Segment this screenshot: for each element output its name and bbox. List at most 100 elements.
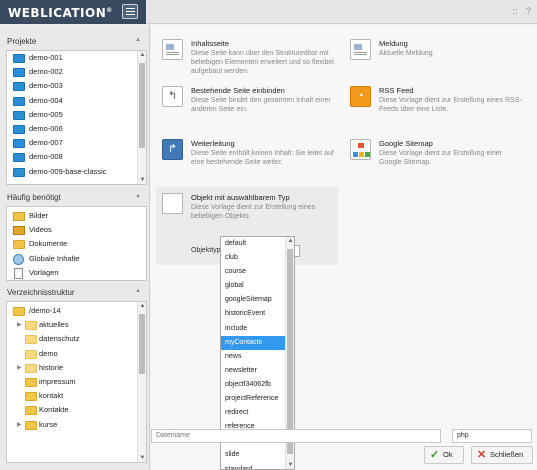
list-item[interactable]: Vorlagen bbox=[7, 266, 146, 280]
list-item[interactable]: demo-009-base-classic bbox=[7, 165, 146, 179]
tile-google-sitemap[interactable]: Google Sitemap Diese Vorlage dient zur E… bbox=[344, 133, 524, 181]
page-icon bbox=[162, 39, 183, 60]
tree-item[interactable]: ▶ kurse bbox=[7, 418, 146, 432]
list-item[interactable]: demo-007 bbox=[7, 136, 146, 150]
folder-icon bbox=[13, 139, 25, 149]
filename-bar: Dateiname php bbox=[151, 429, 537, 443]
object-icon bbox=[162, 193, 183, 214]
dropdown-option[interactable]: course bbox=[221, 265, 294, 279]
app-logo: Weblication® bbox=[8, 6, 113, 20]
list-item[interactable]: demo-002 bbox=[7, 65, 146, 79]
sidebar: Projekte ▲ demo-001 demo-002 demo-003 de… bbox=[0, 25, 150, 470]
menu-button[interactable] bbox=[122, 4, 138, 19]
dropdown-option[interactable]: news bbox=[221, 350, 294, 364]
extension-input[interactable]: php bbox=[452, 429, 532, 443]
folder-icon bbox=[13, 307, 25, 316]
list-item[interactable]: Dokumente bbox=[7, 237, 146, 251]
tree-item[interactable]: Kontakte bbox=[7, 403, 146, 417]
close-button[interactable]: ✕ Schließen bbox=[471, 446, 533, 464]
dropdown-option[interactable]: objectf34062fb bbox=[221, 378, 294, 392]
dropdown-option-highlighted[interactable]: myContacts bbox=[221, 335, 294, 350]
document-folder-icon bbox=[13, 240, 25, 250]
dropdown-option[interactable]: include bbox=[221, 322, 294, 336]
collapse-icon[interactable]: ▲ bbox=[135, 193, 141, 199]
tile-meldung[interactable]: Meldung Aktuelle Meldung bbox=[344, 33, 524, 81]
include-page-icon: ↰ bbox=[162, 86, 183, 107]
folder-icon bbox=[25, 392, 37, 402]
dropdown-option[interactable]: projectReference bbox=[221, 392, 294, 406]
news-icon bbox=[350, 39, 371, 60]
folder-icon bbox=[25, 377, 37, 387]
list-item[interactable]: demo-003 bbox=[7, 79, 146, 93]
folder-icon bbox=[13, 68, 25, 78]
expand-icon[interactable]: ▶ bbox=[17, 361, 22, 375]
expand-icon[interactable]: ▶ bbox=[17, 318, 22, 332]
folder-icon bbox=[13, 167, 25, 177]
folder-icon bbox=[25, 335, 37, 345]
tree-item[interactable]: demo bbox=[7, 347, 146, 361]
folder-icon bbox=[25, 349, 37, 359]
top-bar: Weblication® :: ? bbox=[0, 0, 537, 24]
top-icons: :: ? bbox=[506, 6, 531, 16]
filename-input[interactable]: Dateiname bbox=[151, 429, 441, 443]
dropdown-option[interactable]: googleSitemap bbox=[221, 293, 294, 307]
template-chooser: Inhaltsseite Diese Seite kann über den S… bbox=[151, 25, 537, 470]
dropdown-option[interactable]: slide bbox=[221, 448, 294, 462]
tile-bestehende-seite[interactable]: ↰ Bestehende Seite einbinden Diese Seite… bbox=[156, 80, 336, 128]
list-item[interactable]: demo-004 bbox=[7, 94, 146, 108]
tree-item[interactable]: ▶ aktuelles bbox=[7, 318, 146, 332]
collapse-icon[interactable]: ▲ bbox=[135, 288, 141, 294]
expand-icon[interactable]: ▶ bbox=[17, 418, 22, 432]
rss-icon: ◔ bbox=[350, 86, 371, 107]
projects-header[interactable]: Projekte ▲ bbox=[0, 33, 150, 49]
globe-icon bbox=[13, 253, 24, 265]
dropdown-option[interactable]: redirect bbox=[221, 406, 294, 420]
dropdown-option[interactable]: global bbox=[221, 279, 294, 293]
tree-header[interactable]: Verzeichnisstruktur ▲ bbox=[0, 284, 150, 300]
tile-inhaltsseite[interactable]: Inhaltsseite Diese Seite kann über den S… bbox=[156, 33, 336, 81]
image-folder-icon bbox=[13, 212, 25, 221]
scrollbar[interactable]: ▲ ▼ bbox=[137, 51, 146, 184]
folder-icon bbox=[13, 153, 25, 163]
ok-button[interactable]: ✓ Ok bbox=[424, 446, 464, 464]
collapse-icon[interactable]: ▲ bbox=[135, 37, 141, 43]
grid-icon[interactable]: :: bbox=[512, 6, 517, 16]
tile-weiterleitung[interactable]: ↱ Weiterleitung Diese Seite enthält kein… bbox=[156, 133, 336, 181]
folder-icon bbox=[25, 363, 37, 373]
list-item[interactable]: Videos bbox=[7, 223, 146, 237]
projects-panel: demo-001 demo-002 demo-003 demo-004 demo… bbox=[6, 50, 147, 185]
dropdown-option[interactable]: historicEvent bbox=[221, 307, 294, 321]
folder-icon bbox=[13, 54, 25, 63]
folder-icon bbox=[13, 82, 25, 92]
folder-icon bbox=[25, 321, 37, 331]
folder-icon bbox=[13, 96, 25, 106]
tree-item[interactable]: datenschutz bbox=[7, 332, 146, 346]
folder-icon bbox=[13, 110, 25, 120]
list-item[interactable]: demo-001 bbox=[7, 51, 146, 65]
list-item[interactable]: demo-008 bbox=[7, 150, 146, 164]
template-icon bbox=[14, 267, 23, 279]
scrollbar[interactable]: ▲ ▼ bbox=[137, 302, 146, 462]
sitemap-icon bbox=[350, 139, 371, 160]
dropdown-option[interactable]: club bbox=[221, 251, 294, 265]
dropdown-option[interactable]: newsletter bbox=[221, 364, 294, 378]
close-icon: ✕ bbox=[477, 449, 487, 461]
forward-icon: ↱ bbox=[162, 139, 183, 160]
frequent-header[interactable]: Häufig benötigt ▲ bbox=[0, 189, 150, 205]
dropdown-option[interactable]: default bbox=[221, 237, 294, 251]
tree-root[interactable]: /demo-14 bbox=[7, 304, 146, 318]
help-icon[interactable]: ? bbox=[526, 6, 531, 16]
tree-panel: /demo-14 ▶ aktuelles datenschutz demo ▶ hi… bbox=[6, 301, 147, 463]
list-item[interactable]: demo-006 bbox=[7, 122, 146, 136]
tile-rss-feed[interactable]: ◔ RSS Feed Diese Vorlage dient zur Erste… bbox=[344, 80, 524, 128]
tree-item[interactable]: kontakt bbox=[7, 389, 146, 403]
tree-item[interactable]: ▶ historie bbox=[7, 361, 146, 375]
tree-item[interactable]: impressum bbox=[7, 375, 146, 389]
frequent-panel: Bilder Videos Dokumente Globale Inhalte … bbox=[6, 206, 147, 281]
folder-icon bbox=[25, 420, 37, 430]
dropdown-option[interactable]: standard bbox=[221, 463, 294, 470]
list-item[interactable]: Bilder bbox=[7, 209, 146, 223]
list-item[interactable]: Globale Inhalte bbox=[7, 252, 146, 266]
list-item[interactable]: demo-005 bbox=[7, 108, 146, 122]
folder-icon bbox=[25, 406, 37, 416]
